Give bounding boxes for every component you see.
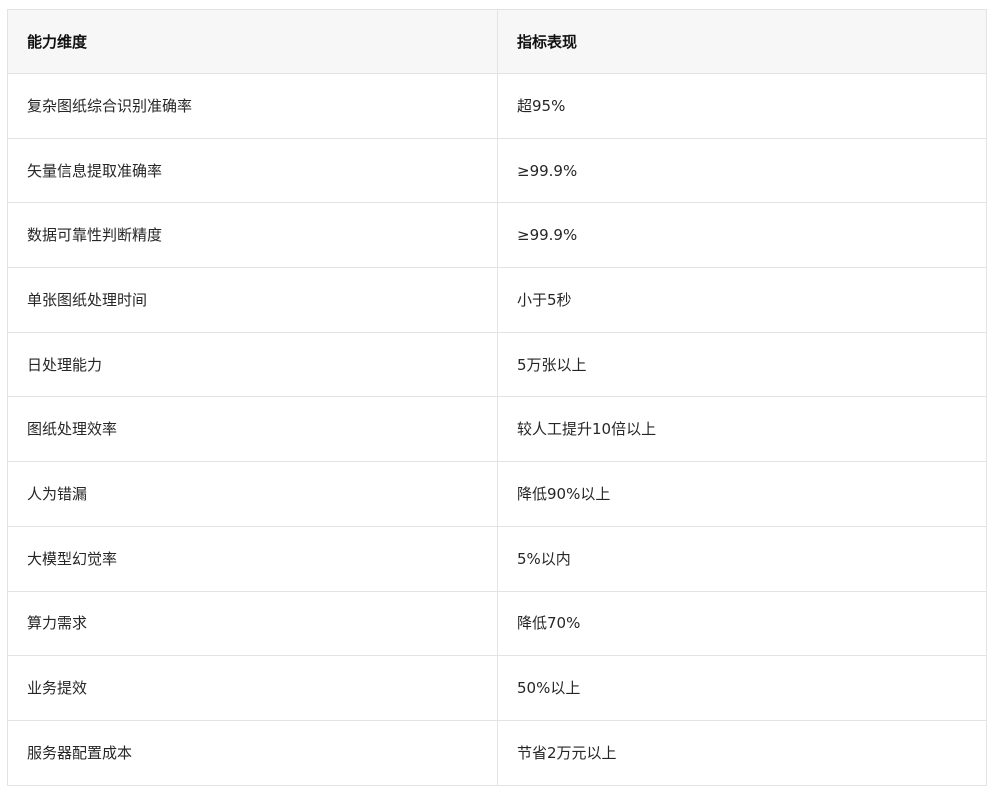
table-row: 人为错漏 降低90%以上 <box>7 461 987 527</box>
table-row: 日处理能力 5万张以上 <box>7 331 987 398</box>
cell-dimension: 业务提效 <box>7 655 498 721</box>
table-row: 单张图纸处理时间 小于5秒 <box>7 267 987 333</box>
table-row: 矢量信息提取准确率 ≥99.9% <box>7 137 987 204</box>
header-indicator-performance: 指标表现 <box>497 9 987 74</box>
cell-dimension: 大模型幻觉率 <box>7 525 498 592</box>
cell-performance: 5%以内 <box>497 525 987 592</box>
cell-dimension: 数据可靠性判断精度 <box>7 202 498 269</box>
metrics-table-container: 能力维度 指标表现 复杂图纸综合识别准确率 超95% 矢量信息提取准确率 ≥99… <box>7 9 987 786</box>
cell-performance: 小于5秒 <box>497 267 987 333</box>
metrics-table: 能力维度 指标表现 复杂图纸综合识别准确率 超95% 矢量信息提取准确率 ≥99… <box>7 9 987 786</box>
cell-performance: 节省2万元以上 <box>497 719 987 786</box>
table-row: 图纸处理效率 较人工提升10倍以上 <box>7 396 987 463</box>
cell-dimension: 复杂图纸综合识别准确率 <box>7 73 498 139</box>
cell-dimension: 单张图纸处理时间 <box>7 267 498 333</box>
table-row: 大模型幻觉率 5%以内 <box>7 525 987 592</box>
cell-performance: 较人工提升10倍以上 <box>497 396 987 463</box>
table-row: 服务器配置成本 节省2万元以上 <box>7 719 987 786</box>
header-capability-dimension: 能力维度 <box>7 9 498 74</box>
table-row: 数据可靠性判断精度 ≥99.9% <box>7 202 987 269</box>
cell-dimension: 矢量信息提取准确率 <box>7 137 498 204</box>
cell-performance: ≥99.9% <box>497 202 987 269</box>
cell-performance: ≥99.9% <box>497 137 987 204</box>
table-row: 算力需求 降低70% <box>7 590 987 657</box>
cell-performance: 降低90%以上 <box>497 461 987 527</box>
cell-performance: 降低70% <box>497 590 987 657</box>
cell-performance: 超95% <box>497 73 987 139</box>
table-row: 业务提效 50%以上 <box>7 655 987 721</box>
cell-dimension: 人为错漏 <box>7 461 498 527</box>
table-row: 复杂图纸综合识别准确率 超95% <box>7 73 987 139</box>
cell-dimension: 图纸处理效率 <box>7 396 498 463</box>
cell-dimension: 算力需求 <box>7 590 498 657</box>
table-header-row: 能力维度 指标表现 <box>7 9 987 74</box>
cell-performance: 5万张以上 <box>497 331 987 398</box>
cell-performance: 50%以上 <box>497 655 987 721</box>
cell-dimension: 服务器配置成本 <box>7 719 498 786</box>
cell-dimension: 日处理能力 <box>7 331 498 398</box>
